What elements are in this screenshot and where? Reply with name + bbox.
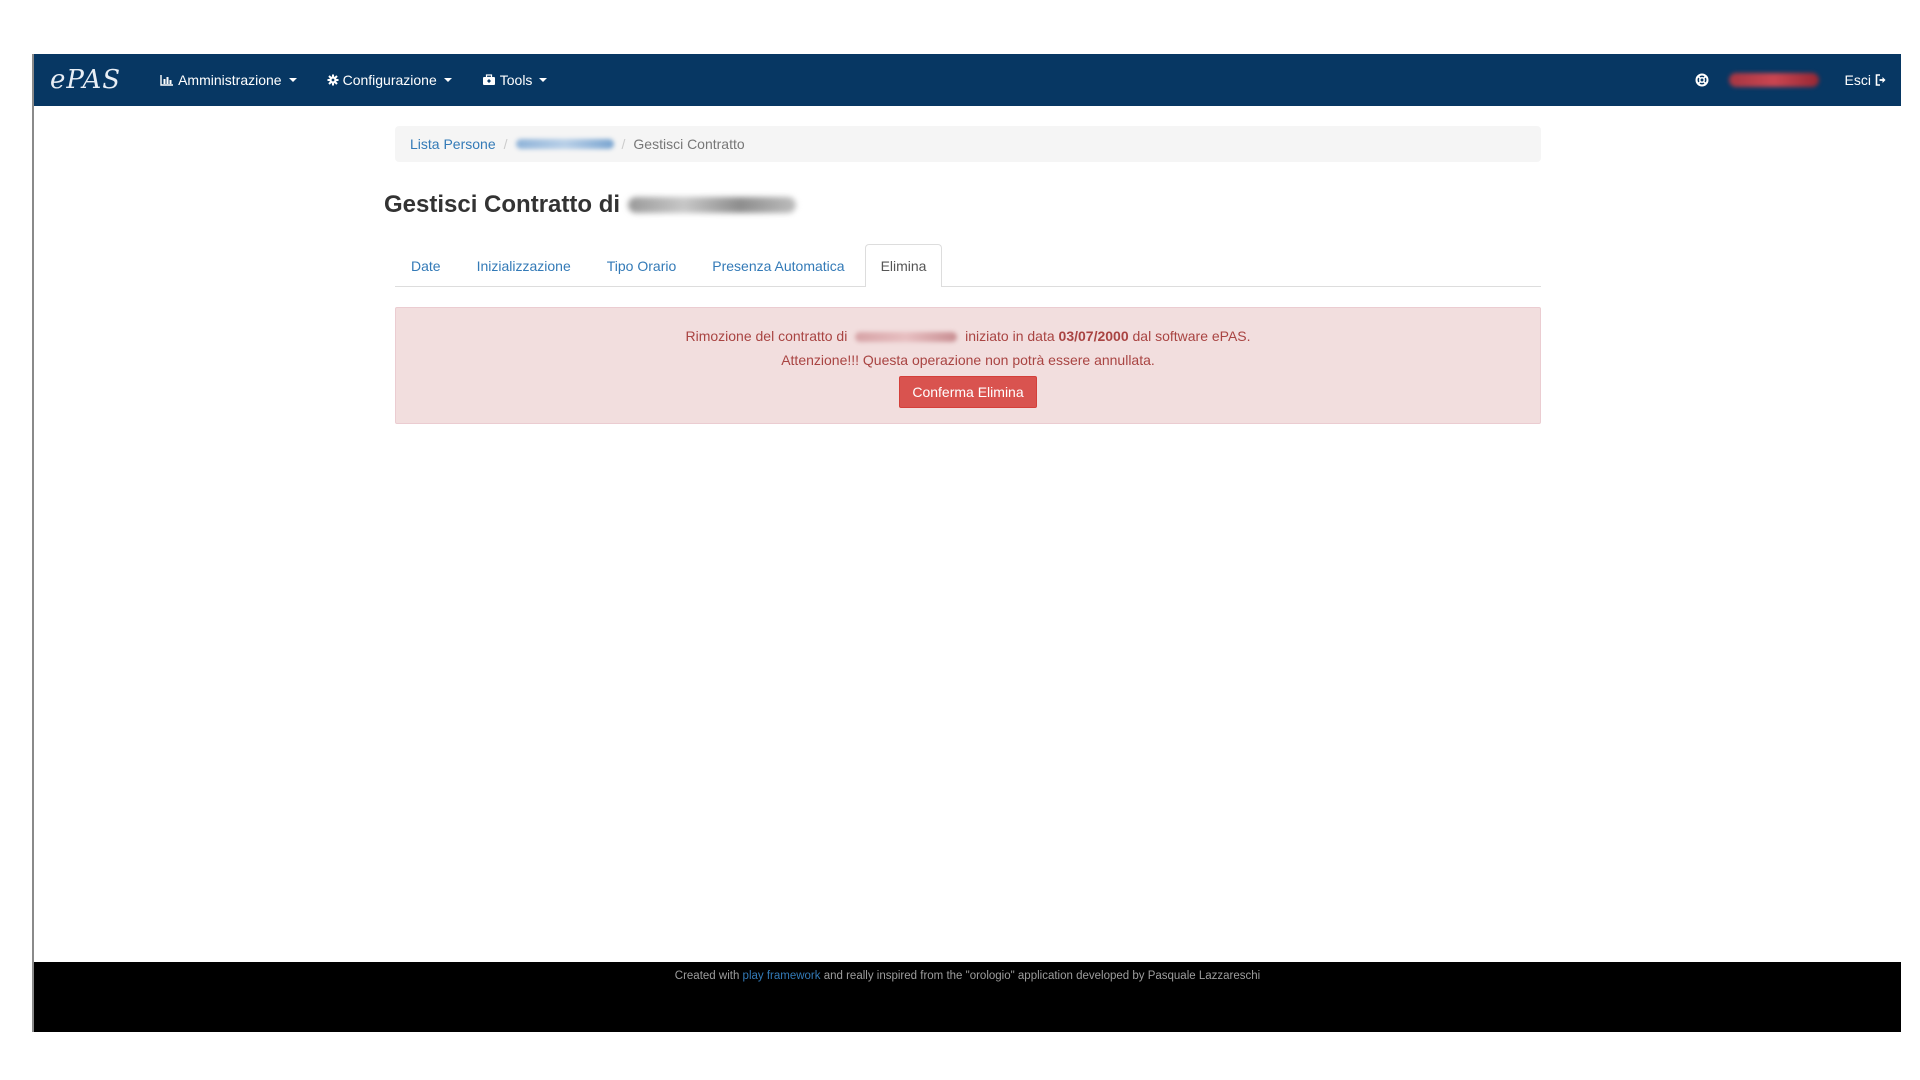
navbar-right: Esci [1695,54,1901,106]
tab-tipo-orario[interactable]: Tipo Orario [591,244,693,286]
alert-text-before: Rimozione del contratto di [685,328,848,344]
footer-text-before: Created with [674,970,740,982]
footer: Created with play framework and really i… [34,962,1901,1032]
tab-elimina[interactable]: Elimina [864,244,943,287]
menu-tools[interactable]: Tools [467,54,563,106]
page-title-text: Gestisci Contratto di [384,191,621,218]
lifebuoy-icon[interactable] [1695,73,1709,87]
menu-tools-label: Tools [499,72,533,88]
chevron-down-icon [288,78,297,82]
logout-label: Esci [1844,72,1871,88]
top-navbar: ePAS Amministrazione Configurazione Tool… [34,54,1901,106]
delete-warning-alert: Rimozione del contratto di iniziato in d… [395,307,1541,424]
breadcrumb-lista-persone[interactable]: Lista Persone [410,136,496,152]
footer-text-after: and really inspired from the "orologio" … [823,970,1261,982]
breadcrumb-separator: / [503,136,508,152]
logout-link[interactable]: Esci [1845,72,1887,88]
user-menu[interactable] [1728,73,1819,87]
breadcrumb-separator: / [621,136,626,152]
page-title: Gestisci Contratto di [384,186,1541,224]
chevron-down-icon [539,78,548,82]
alert-line-1: Rimozione del contratto di iniziato in d… [411,324,1525,348]
play-framework-link[interactable]: play framework [743,970,821,982]
contract-start-date: 03/07/2000 [1058,328,1129,344]
breadcrumb-person-link[interactable] [515,139,614,149]
bar-chart-icon [160,74,174,86]
confirm-delete-button[interactable]: Conferma Elimina [899,376,1037,408]
briefcase-icon [482,74,496,86]
menu-configurazione[interactable]: Configurazione [312,54,467,106]
person-name-redacted [855,332,958,343]
menu-configurazione-label: Configurazione [342,72,437,88]
breadcrumb-current: Gestisci Contratto [633,136,745,152]
logout-icon [1875,74,1887,86]
brand-logo[interactable]: ePAS [50,65,121,95]
app-window: ePAS Amministrazione Configurazione Tool… [32,54,1901,1032]
main-content: Lista Persone / / Gestisci Contratto Ges… [384,126,1541,424]
contract-tabs: Date Inizializzazione Tipo Orario Presen… [395,244,1541,287]
menu-amministrazione-label: Amministrazione [178,72,282,88]
person-name-redacted [628,197,797,213]
chevron-down-icon [443,78,452,82]
tab-inizializzazione[interactable]: Inizializzazione [461,244,587,286]
tab-presenza-automatica[interactable]: Presenza Automatica [696,244,860,286]
tab-date[interactable]: Date [395,244,457,286]
alert-text-middle: iniziato in data [965,328,1055,344]
gear-icon [327,74,339,86]
alert-line-2: Attenzione!!! Questa operazione non potr… [781,352,1155,368]
breadcrumb: Lista Persone / / Gestisci Contratto [395,126,1541,162]
menu-amministrazione[interactable]: Amministrazione [145,54,311,106]
alert-text-after: dal software ePAS. [1132,328,1251,344]
